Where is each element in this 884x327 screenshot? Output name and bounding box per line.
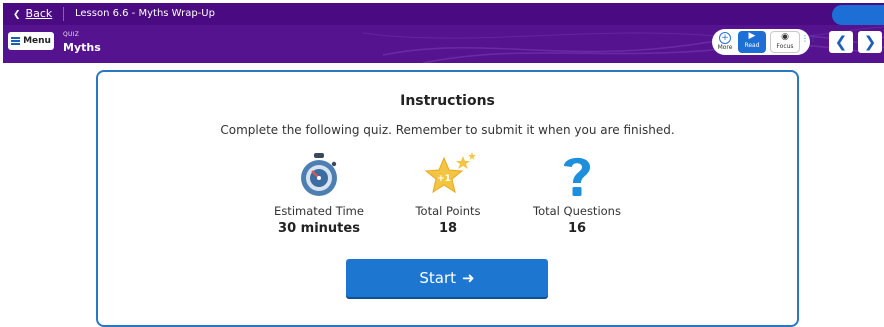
start-label: Start bbox=[419, 269, 457, 287]
tools-toolbar: + More ▶ Read ◉ Focus ⋮⋮ bbox=[712, 29, 817, 55]
previous-button[interactable]: ❮ bbox=[829, 31, 853, 53]
instructions-title: Instructions bbox=[400, 93, 495, 109]
menu-icon bbox=[11, 36, 21, 46]
quiz-nav-bar: Menu QUIZ Myths + More ▶ Read ◉ Focus ⋮⋮… bbox=[3, 25, 884, 63]
account-pill[interactable] bbox=[832, 5, 884, 25]
drag-handle-icon[interactable]: ⋮⋮ bbox=[801, 35, 817, 43]
menu-label: Menu bbox=[23, 36, 51, 46]
instructions-card: Instructions Complete the following quiz… bbox=[96, 70, 799, 327]
star-icon: +1 bbox=[424, 152, 476, 194]
back-label: Back bbox=[25, 7, 53, 20]
top-bar: ❮ Back Lesson 6.6 - Myths Wrap-Up bbox=[3, 3, 884, 25]
focus-label: Focus bbox=[776, 43, 794, 50]
next-button[interactable]: ❯ bbox=[858, 31, 882, 53]
stat-value: 16 bbox=[567, 221, 587, 236]
activity-type: QUIZ bbox=[63, 31, 80, 38]
question-mark-icon bbox=[564, 157, 590, 196]
stat-total-points: +1 Total Points 18 bbox=[388, 152, 508, 236]
start-button[interactable]: Start ➜ bbox=[346, 259, 548, 297]
stat-value: 30 minutes bbox=[278, 221, 360, 236]
read-label: Read bbox=[744, 42, 760, 49]
chevron-left-icon: ❮ bbox=[13, 10, 21, 20]
plus-icon: + bbox=[719, 32, 731, 44]
quiz-title: Myths bbox=[63, 41, 101, 54]
stat-label: Total Points bbox=[415, 204, 481, 218]
play-icon: ▶ bbox=[748, 31, 756, 41]
more-label: More bbox=[717, 44, 733, 51]
stopwatch-icon bbox=[301, 153, 337, 196]
stat-value: 18 bbox=[438, 221, 458, 236]
instructions-description: Complete the following quiz. Remember to… bbox=[220, 123, 675, 137]
chevron-left-icon: ❮ bbox=[834, 33, 848, 51]
more-button[interactable]: + More bbox=[716, 31, 734, 53]
eye-icon: ◉ bbox=[781, 32, 789, 42]
stat-estimated-time: Estimated Time 30 minutes bbox=[259, 152, 379, 236]
focus-button[interactable]: ◉ Focus bbox=[770, 31, 800, 53]
stat-label: Estimated Time bbox=[274, 204, 364, 218]
chevron-right-icon: ❯ bbox=[863, 33, 877, 51]
stat-label: Total Questions bbox=[533, 204, 621, 218]
menu-button[interactable]: Menu bbox=[8, 32, 54, 50]
read-button[interactable]: ▶ Read bbox=[738, 31, 766, 53]
divider bbox=[63, 7, 64, 21]
back-link[interactable]: ❮ Back bbox=[13, 3, 52, 25]
arrow-right-icon: ➜ bbox=[462, 269, 475, 287]
points-badge: +1 bbox=[437, 174, 451, 184]
lesson-title: Lesson 6.6 - Myths Wrap-Up bbox=[75, 8, 215, 19]
stat-total-questions: Total Questions 16 bbox=[517, 152, 637, 236]
